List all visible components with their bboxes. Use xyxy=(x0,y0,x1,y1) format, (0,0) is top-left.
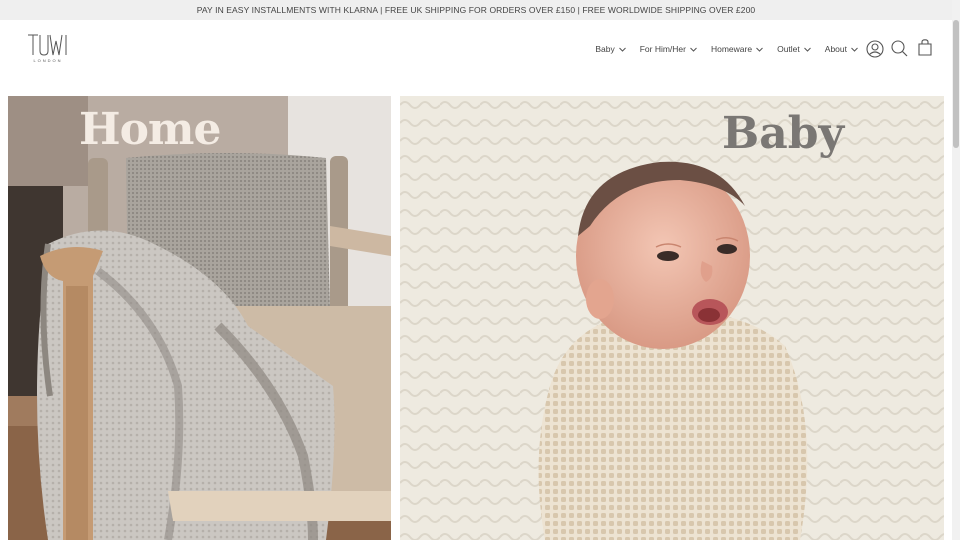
scrollbar-thumb[interactable] xyxy=(953,20,959,148)
nav-label: For Him/Her xyxy=(639,44,686,54)
nav-label: Outlet xyxy=(777,44,800,54)
announcement-bar: PAY IN EASY INSTALLMENTS WITH KLARNA | F… xyxy=(0,0,952,20)
account-icon[interactable] xyxy=(866,40,884,58)
nav-item-outlet[interactable]: Outlet xyxy=(777,42,811,56)
chevron-down-icon xyxy=(618,47,626,52)
home-collection-image: Home xyxy=(8,96,391,540)
chevron-down-icon xyxy=(756,47,763,52)
logo-subtitle: LONDON xyxy=(33,58,63,63)
nav-item-baby[interactable]: Baby xyxy=(595,42,626,56)
nav-label: Baby xyxy=(595,44,615,54)
chevron-down-icon xyxy=(690,47,697,52)
baby-tile-title: Baby xyxy=(722,108,845,159)
nav-item-homeware[interactable]: Homeware xyxy=(711,42,763,56)
main-nav: Baby For Him/Her Homeware Outlet About xyxy=(595,42,858,56)
cart-icon[interactable] xyxy=(918,39,932,56)
search-icon[interactable] xyxy=(891,40,908,57)
home-tile-title: Home xyxy=(79,104,220,155)
chevron-down-icon xyxy=(803,47,811,52)
nav-label: Homeware xyxy=(710,44,753,54)
chevron-down-icon xyxy=(851,47,858,52)
home-collection-tile[interactable]: Home xyxy=(8,96,391,540)
baby-collection-image: Baby xyxy=(400,96,944,540)
page-scrollbar[interactable] xyxy=(952,0,960,540)
site-header: LONDON Baby For Him/Her Homeware Outlet … xyxy=(0,20,952,92)
nav-item-about[interactable]: About xyxy=(825,42,858,56)
announcement-text: PAY IN EASY INSTALLMENTS WITH KLARNA | F… xyxy=(196,5,756,15)
baby-collection-tile[interactable]: Baby xyxy=(400,96,944,540)
nav-item-for-him-her[interactable]: For Him/Her xyxy=(640,42,697,56)
nav-label: About xyxy=(824,44,847,54)
